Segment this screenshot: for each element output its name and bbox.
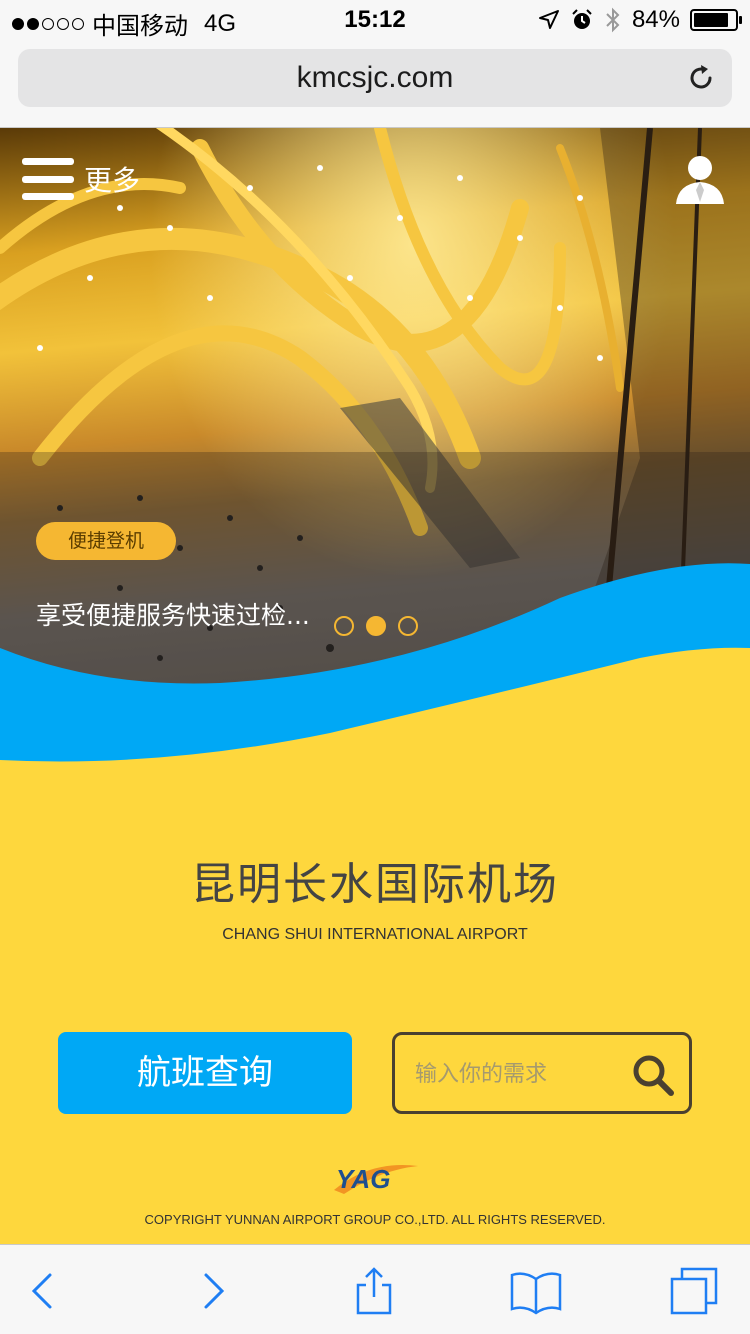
tabs-icon[interactable]: [668, 1265, 720, 1317]
wave-decoration: [0, 563, 750, 768]
flight-query-button[interactable]: 航班查询: [58, 1032, 352, 1114]
browser-address-area: kmcsjc.com: [0, 40, 750, 128]
url-text[interactable]: kmcsjc.com: [18, 61, 732, 95]
search-icon[interactable]: [631, 1053, 675, 1097]
logo-text: YAG: [336, 1164, 390, 1194]
status-bar: 中国移动 4G 15:12 84%: [0, 0, 750, 40]
alarm-icon: [572, 9, 592, 29]
battery-icon: [690, 9, 742, 31]
status-right: 84%: [538, 6, 742, 34]
airport-name: 昆明长水国际机场: [191, 859, 559, 910]
location-arrow-icon: [538, 10, 559, 29]
bookmarks-icon[interactable]: [510, 1265, 562, 1317]
address-bar[interactable]: kmcsjc.com: [18, 49, 732, 107]
battery-percent: 84%: [631, 6, 680, 33]
search-box: [392, 1032, 692, 1114]
back-icon[interactable]: [18, 1265, 70, 1317]
battery-fill: [694, 13, 728, 27]
browser-toolbar: [0, 1244, 750, 1334]
forward-icon[interactable]: [186, 1265, 238, 1317]
airport-name-en: CHANG SHUI INTERNATIONAL AIRPORT: [222, 926, 528, 943]
main-content: 昆明长水国际机场 CHANG SHUI INTERNATIONAL AIRPOR…: [0, 768, 750, 1244]
reload-icon[interactable]: [686, 63, 716, 93]
hero-banner[interactable]: 更多 便捷登机 享受便捷服务快速过检...: [0, 128, 750, 768]
search-input[interactable]: [413, 1053, 613, 1095]
copyright-text: COPYRIGHT YUNNAN AIRPORT GROUP CO.,LTD. …: [144, 1212, 606, 1227]
bluetooth-icon: [606, 7, 620, 33]
share-icon[interactable]: [348, 1265, 400, 1317]
yag-logo: YAG: [334, 1164, 418, 1194]
